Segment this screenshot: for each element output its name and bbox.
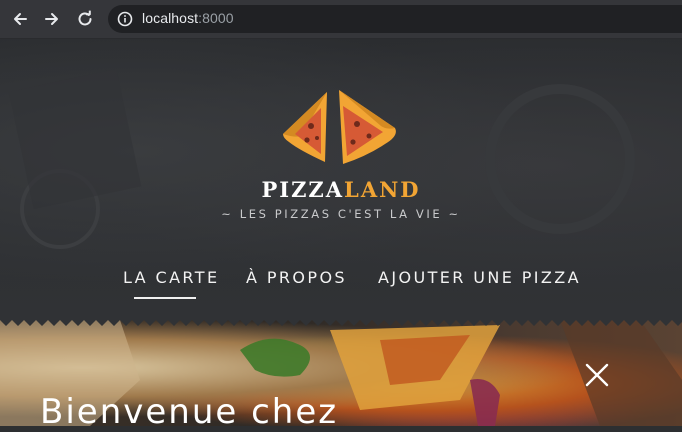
- carousel-heading: Bienvenue chez: [40, 392, 339, 432]
- brand-part-1: PIZZA: [261, 177, 345, 202]
- close-button[interactable]: [584, 362, 610, 388]
- reload-icon: [78, 10, 92, 26]
- url-text[interactable]: localhost:8000: [142, 10, 234, 26]
- close-icon: [585, 363, 609, 387]
- address-bar[interactable]: localhost:8000: [108, 5, 682, 33]
- nav-link-ajouter-pizza[interactable]: AJOUTER UNE PIZZA: [378, 268, 581, 290]
- back-icon: [14, 13, 27, 25]
- tagline: ~ LES PIZZAS C'EST LA VIE ~: [221, 207, 461, 221]
- back-button[interactable]: [8, 7, 32, 31]
- forward-icon: [45, 13, 58, 25]
- url-port: :8000: [198, 10, 234, 26]
- nav-link-la-carte[interactable]: LA CARTE: [123, 268, 219, 290]
- site-header: PIZZALAND ~ LES PIZZAS C'EST LA VIE ~ LA…: [0, 39, 682, 320]
- browser-toolbar: localhost:8000: [0, 0, 682, 39]
- active-nav-underline: [134, 297, 196, 299]
- url-host: localhost: [142, 10, 199, 26]
- info-icon[interactable]: [117, 11, 133, 27]
- forward-button[interactable]: [40, 7, 64, 31]
- pizza-logo-icon: [283, 90, 396, 164]
- reload-button[interactable]: [73, 7, 97, 31]
- brand-part-2: LAND: [344, 177, 421, 202]
- nav-link-a-propos[interactable]: À PROPOS: [246, 268, 347, 290]
- zigzag-divider: [0, 316, 682, 326]
- brand-logo-text[interactable]: PIZZALAND: [0, 177, 682, 202]
